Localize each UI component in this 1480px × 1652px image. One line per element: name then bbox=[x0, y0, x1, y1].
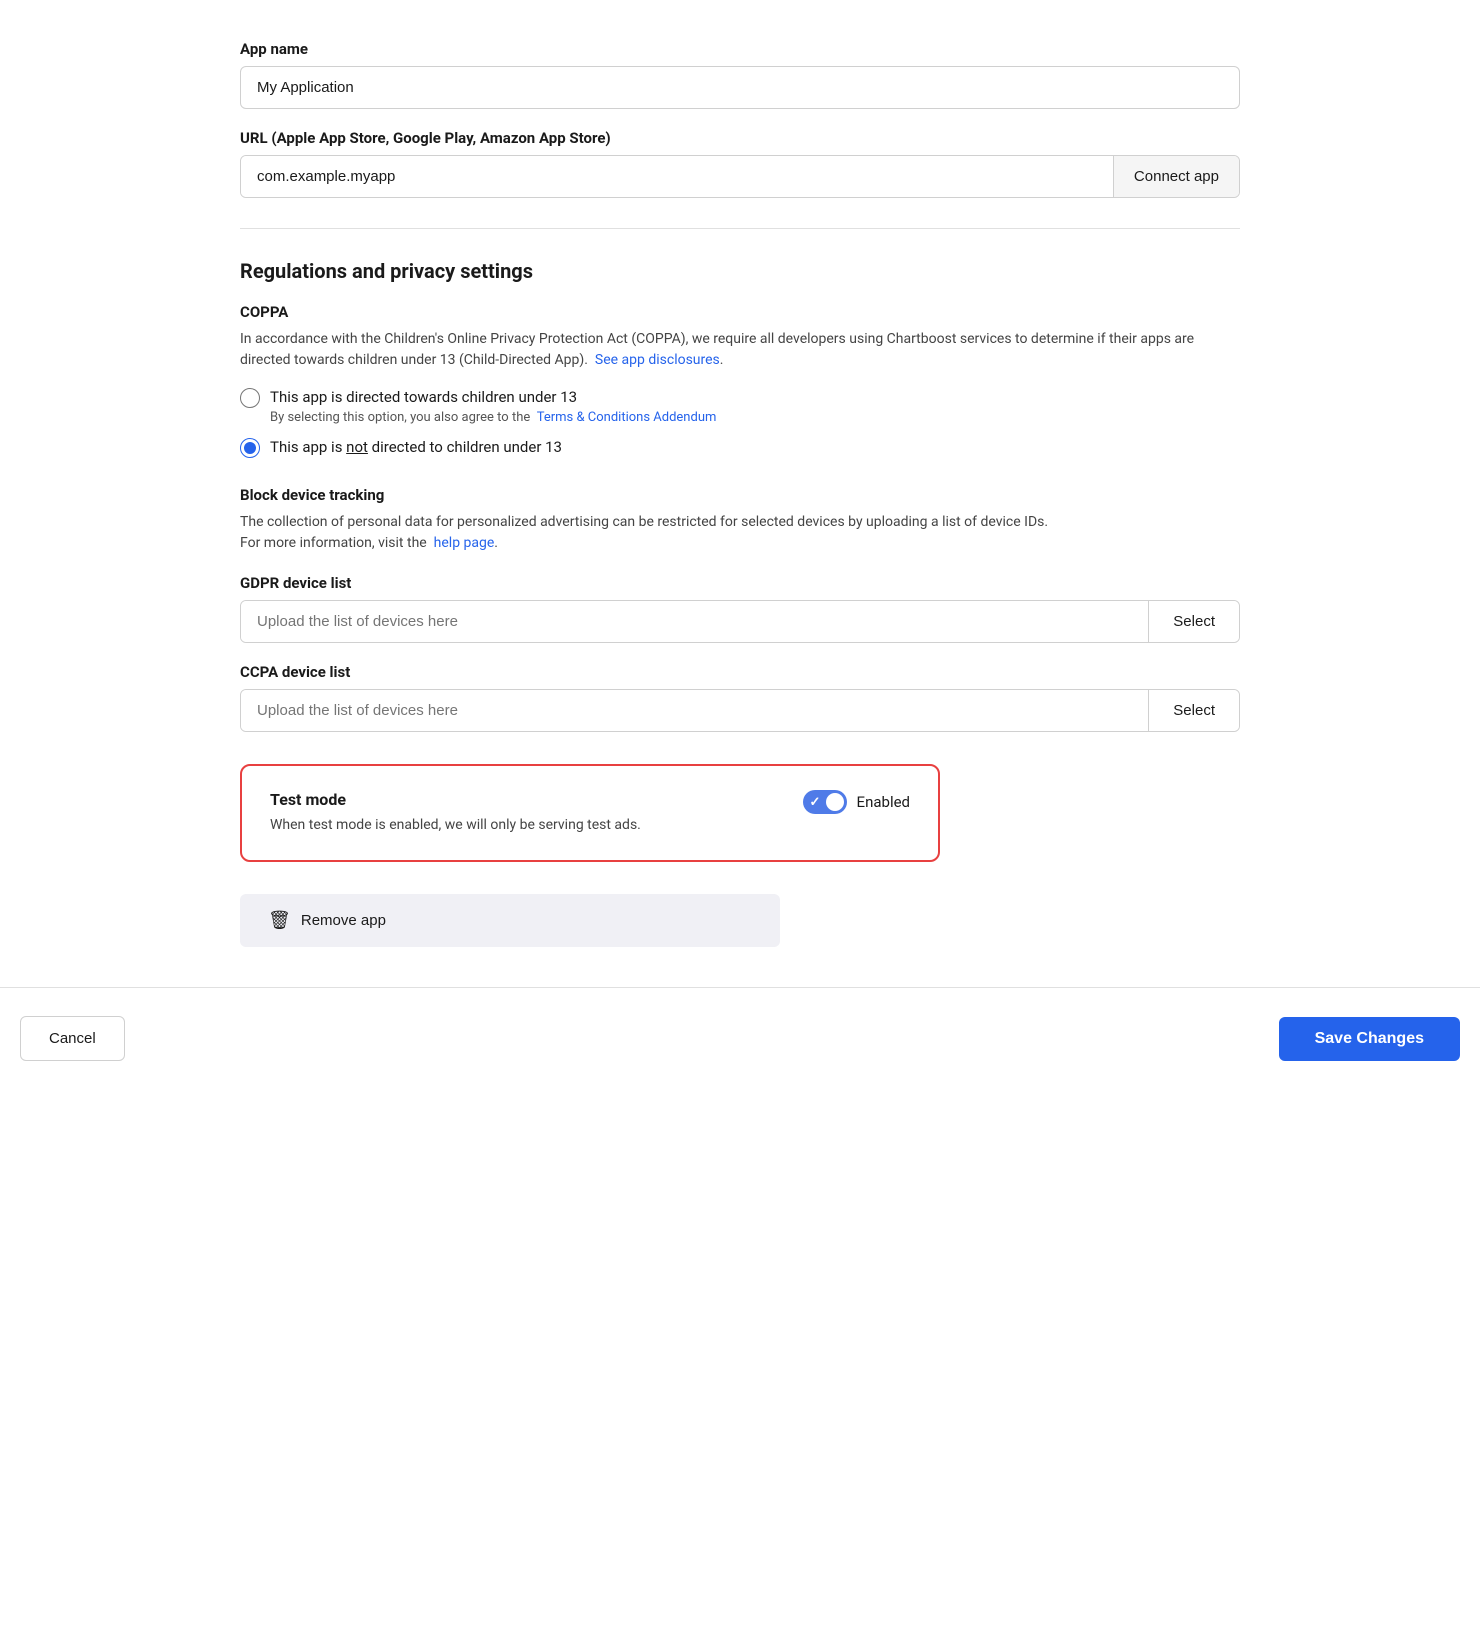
ccpa-device-list-row: Select bbox=[240, 689, 1240, 732]
radio-directed-sub: By selecting this option, you also agree… bbox=[270, 410, 716, 425]
not-underline-text: not bbox=[346, 438, 368, 456]
ccpa-select-button[interactable]: Select bbox=[1148, 690, 1239, 731]
test-mode-box: Test mode When test mode is enabled, we … bbox=[240, 764, 940, 862]
cancel-button[interactable]: Cancel bbox=[20, 1016, 125, 1061]
help-page-link[interactable]: help page bbox=[434, 535, 495, 551]
gdpr-device-list-row: Select bbox=[240, 600, 1240, 643]
block-tracking-description: The collection of personal data for pers… bbox=[240, 512, 1240, 554]
terms-conditions-link[interactable]: Terms & Conditions Addendum bbox=[537, 410, 717, 425]
ccpa-input[interactable] bbox=[241, 690, 1148, 731]
app-name-input[interactable] bbox=[240, 66, 1240, 109]
save-changes-button[interactable]: Save Changes bbox=[1279, 1017, 1460, 1061]
toggle-checkmark-icon: ✓ bbox=[810, 795, 821, 810]
ccpa-label: CCPA device list bbox=[240, 663, 1240, 681]
see-disclosures-link[interactable]: See app disclosures bbox=[595, 352, 720, 368]
gdpr-select-button[interactable]: Select bbox=[1148, 601, 1239, 642]
radio-directed-label: This app is directed towards children un… bbox=[270, 387, 716, 408]
url-input[interactable] bbox=[241, 156, 1113, 197]
url-label: URL (Apple App Store, Google Play, Amazo… bbox=[240, 129, 1240, 147]
radio-not-directed-label: This app is not directed to children und… bbox=[270, 437, 562, 458]
block-tracking-section: Block device tracking The collection of … bbox=[240, 486, 1240, 732]
enabled-label: Enabled bbox=[857, 793, 910, 811]
coppa-title: COPPA bbox=[240, 303, 1240, 321]
coppa-section: COPPA In accordance with the Children's … bbox=[240, 303, 1240, 458]
gdpr-label: GDPR device list bbox=[240, 574, 1240, 592]
connect-app-button[interactable]: Connect app bbox=[1113, 156, 1239, 197]
gdpr-input[interactable] bbox=[241, 601, 1148, 642]
test-mode-right: ✓ Enabled bbox=[803, 790, 910, 814]
radio-option-child[interactable]: This app is directed towards children un… bbox=[240, 387, 1240, 425]
test-mode-title: Test mode bbox=[270, 790, 779, 809]
toggle-slider: ✓ bbox=[803, 790, 847, 814]
divider-1 bbox=[240, 228, 1240, 229]
url-row: Connect app bbox=[240, 155, 1240, 198]
remove-app-label: Remove app bbox=[301, 912, 386, 929]
bottom-bar: Cancel Save Changes bbox=[0, 987, 1480, 1089]
radio-directed-input[interactable] bbox=[240, 388, 260, 408]
radio-not-directed-input[interactable] bbox=[240, 438, 260, 458]
coppa-radio-group: This app is directed towards children un… bbox=[240, 387, 1240, 458]
coppa-description: In accordance with the Children's Online… bbox=[240, 329, 1240, 371]
test-mode-description: When test mode is enabled, we will only … bbox=[270, 815, 779, 836]
regulations-section-title: Regulations and privacy settings bbox=[240, 259, 1240, 283]
radio-option-not-child[interactable]: This app is not directed to children und… bbox=[240, 437, 1240, 458]
trash-icon: 🗑 bbox=[268, 910, 291, 931]
test-mode-left: Test mode When test mode is enabled, we … bbox=[270, 790, 779, 836]
remove-app-button[interactable]: 🗑 Remove app bbox=[240, 894, 780, 947]
test-mode-toggle[interactable]: ✓ bbox=[803, 790, 847, 814]
app-name-label: App name bbox=[240, 40, 1240, 58]
block-tracking-title: Block device tracking bbox=[240, 486, 1240, 504]
